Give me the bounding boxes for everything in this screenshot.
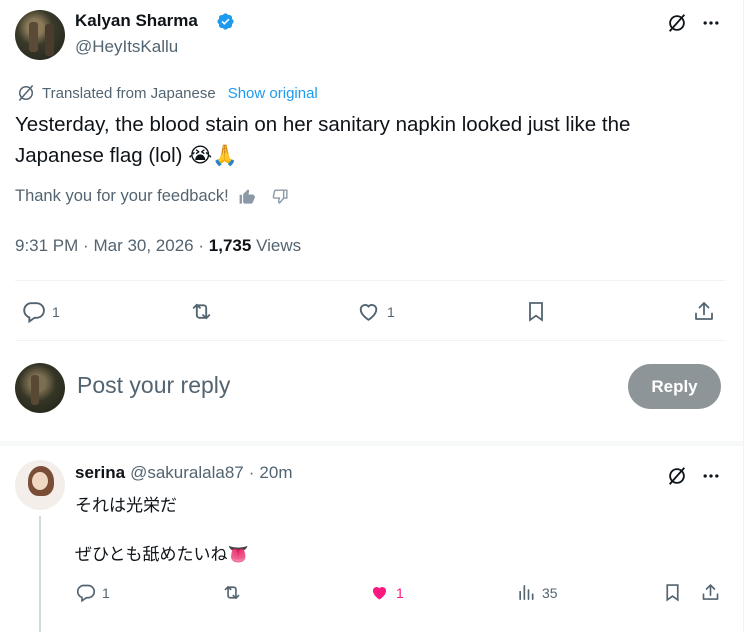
translated-label: Translated from Japanese	[42, 84, 216, 102]
reply-reply-action[interactable]: 1	[75, 582, 110, 603]
retweet-icon	[224, 585, 240, 600]
grok-icon[interactable]	[664, 10, 690, 36]
thumbs-up-icon[interactable]	[238, 187, 257, 206]
share-icon	[695, 302, 713, 320]
divider	[15, 280, 725, 281]
share-icon	[702, 584, 719, 600]
reply-icon	[76, 584, 96, 603]
divider	[15, 340, 725, 341]
reply-icon	[23, 302, 45, 324]
reply-time[interactable]: 20m	[259, 463, 292, 483]
bookmark-icon	[529, 302, 543, 322]
views-label: Views	[256, 236, 302, 255]
reply-button[interactable]: Reply	[628, 364, 721, 409]
verified-badge-icon	[217, 13, 234, 30]
reply-like-count: 1	[396, 584, 404, 601]
reply-header: serina @sakuralala87 · 20m	[75, 463, 293, 483]
reply-bookmark-action[interactable]	[662, 582, 683, 603]
tweet-date[interactable]: Mar 30, 2026	[93, 236, 193, 255]
bookmark-icon	[666, 584, 679, 602]
retweet-icon	[192, 303, 211, 320]
reply-views-action[interactable]: 35	[516, 582, 558, 603]
reply-retweet-action[interactable]	[220, 582, 250, 603]
translation-feedback: Thank you for your feedback!	[15, 187, 290, 206]
reply-action[interactable]: 1	[21, 299, 60, 324]
reply-views-count: 35	[542, 584, 558, 601]
views-count: 1,735	[208, 236, 252, 255]
translate-icon	[18, 85, 34, 101]
tweet-time[interactable]: 9:31 PM	[15, 236, 78, 255]
reply-input[interactable]: Post your reply	[77, 372, 230, 399]
thread-line	[39, 516, 41, 632]
reply-text-line2: ぜひとも舐めたいね👅	[75, 545, 249, 564]
share-action[interactable]	[692, 299, 716, 324]
reply-separator: ·	[248, 463, 255, 482]
like-icon	[372, 587, 387, 600]
more-icon[interactable]	[698, 463, 724, 489]
more-icon[interactable]	[698, 10, 724, 36]
reply-like-action[interactable]: 1	[369, 582, 404, 603]
tweet-text: Yesterday, the blood stain on her sanita…	[15, 113, 631, 167]
reply-text-line1: それは光栄だ	[75, 496, 177, 515]
meta-separator: ·	[83, 236, 89, 255]
column-border	[743, 0, 744, 632]
feedback-label: Thank you for your feedback!	[15, 187, 229, 205]
reply-author-avatar[interactable]	[15, 460, 65, 510]
author-handle[interactable]: @HeyItsKallu	[75, 37, 178, 57]
retweet-action[interactable]	[188, 299, 221, 324]
grok-icon[interactable]	[664, 463, 690, 489]
like-icon	[359, 304, 378, 321]
author-name[interactable]: Kalyan Sharma	[75, 11, 198, 31]
author-avatar[interactable]	[15, 10, 65, 60]
reply-reply-count: 1	[102, 584, 110, 601]
reply-author-handle[interactable]: @sakuralala87	[130, 463, 244, 483]
tweet-meta: 9:31 PM · Mar 30, 2026 · 1,735 Views	[15, 236, 301, 256]
reply-share-action[interactable]	[700, 582, 721, 603]
views-icon	[519, 585, 534, 600]
reply-count: 1	[52, 303, 60, 320]
composer-avatar	[15, 363, 65, 413]
translation-notice: Translated from Japanese Show original	[16, 83, 318, 103]
like-action[interactable]: 1	[356, 299, 395, 324]
section-divider	[0, 441, 743, 446]
thumbs-down-icon[interactable]	[271, 187, 290, 206]
like-count: 1	[387, 303, 395, 320]
reply-author-name[interactable]: serina	[75, 463, 125, 483]
meta-separator: ·	[198, 236, 205, 255]
bookmark-action[interactable]	[524, 299, 548, 324]
show-original-link[interactable]: Show original	[228, 85, 318, 102]
